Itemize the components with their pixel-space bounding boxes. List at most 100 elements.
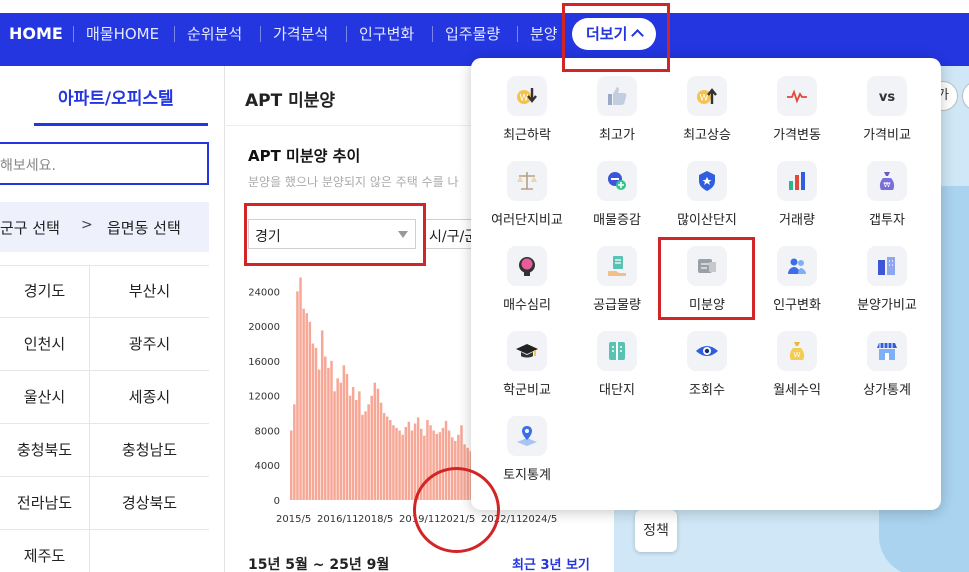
scale-icon	[507, 161, 547, 201]
nav-home[interactable]: HOME	[9, 13, 63, 55]
menu-item-pulse[interactable]: 가격변동	[752, 76, 842, 156]
city-item[interactable]: 울산시	[0, 371, 90, 424]
nav-separator	[174, 26, 175, 42]
eye-icon	[687, 331, 727, 371]
menu-item-bar-chart[interactable]: 거래량	[752, 161, 842, 241]
town-select[interactable]: 읍면동 선택	[107, 217, 181, 238]
menu-item-land-pin[interactable]: 토지통계	[482, 416, 572, 496]
city-item[interactable]: 세종시	[90, 371, 209, 424]
y-tick-label: 16000	[248, 357, 280, 368]
nav-item-rank[interactable]: 순위분석	[187, 13, 242, 55]
city-select-value: 시/구/군	[429, 229, 478, 245]
chart-bar	[361, 414, 364, 500]
brain-head-icon	[507, 246, 547, 286]
menu-item-label: 조회수	[689, 383, 725, 398]
chart-bar	[401, 434, 404, 500]
land-pin-icon	[507, 416, 547, 456]
chart-bar	[407, 421, 411, 500]
city-item[interactable]: 전라남도	[0, 477, 90, 530]
nav-separator	[346, 26, 347, 42]
y-tick-label: 0	[274, 496, 280, 507]
menu-item-label: 거래량	[779, 213, 815, 228]
menu-item-price-up[interactable]: W 최고상승	[662, 76, 752, 156]
menu-item-money-bag[interactable]: ₩ 갭투자	[842, 161, 932, 241]
nav-item-population[interactable]: 인구변화	[359, 13, 414, 55]
menu-item-label: 월세수익	[773, 383, 821, 398]
x-tick-label: 2024/5	[522, 514, 557, 525]
price-up-icon: W	[687, 76, 727, 116]
tab-active-indicator	[34, 123, 208, 126]
chart-bar	[333, 391, 336, 500]
annotation-circle	[413, 467, 500, 553]
chart-bar	[370, 395, 373, 500]
tab-apartment-officetel[interactable]: 아파트/오피스텔	[58, 84, 174, 109]
menu-item-label: 가격비교	[863, 128, 911, 143]
menu-item-store[interactable]: 상가통계	[842, 331, 932, 411]
rent-bag-icon: W	[777, 331, 817, 371]
city-item[interactable]: 부산시	[90, 265, 209, 318]
menu-item-label: 매수심리	[503, 298, 551, 313]
chart-description: 분양을 했으나 분양되지 않은 주택 수를 나	[248, 175, 459, 189]
menu-item-buildings[interactable]: 분양가비교	[842, 246, 932, 326]
district-select[interactable]: 군구 선택	[0, 217, 60, 238]
chart-bar	[299, 277, 302, 500]
chart-bar	[358, 391, 361, 500]
menu-item-rent-bag[interactable]: W 월세수익	[752, 331, 842, 411]
plus-minus-icon	[597, 161, 637, 201]
hand-document-icon	[597, 246, 637, 286]
chart-bar	[305, 313, 308, 500]
left-panel: 아파트/오피스텔 해보세요. 군구 선택 > 읍면동 선택 경기도 부산시 인천…	[0, 66, 225, 572]
city-item[interactable]: 제주도	[0, 530, 90, 572]
menu-item-scale[interactable]: 여러단지비교	[482, 161, 572, 241]
chart-bar	[392, 425, 395, 500]
x-tick-label: 2018/5	[358, 514, 393, 525]
badge-shield-icon	[687, 161, 727, 201]
menu-item-graduation-cap[interactable]: 학군비교	[482, 331, 572, 411]
policy-button[interactable]: 정책	[635, 510, 677, 552]
city-item[interactable]: 광주시	[90, 318, 209, 371]
menu-item-price-down[interactable]: W 최근하락	[482, 76, 572, 156]
menu-item-complex-building[interactable]: 대단지	[572, 331, 662, 411]
menu-item-vs[interactable]: vs 가격비교	[842, 76, 932, 156]
chart-bar	[382, 413, 386, 500]
recent-3-years-link[interactable]: 최근 3년 보기	[512, 554, 590, 572]
x-tick-label: 2016/11	[317, 514, 359, 525]
menu-item-hand-document[interactable]: 공급물량	[572, 246, 662, 326]
chart-bar	[364, 411, 367, 500]
menu-item-label: 가격변동	[773, 128, 821, 143]
search-input[interactable]: 해보세요.	[0, 142, 209, 185]
nav-item-price[interactable]: 가격분석	[273, 13, 328, 55]
annotation-box	[658, 237, 755, 320]
city-item[interactable]: 경기도	[0, 265, 90, 318]
nav-separator	[432, 26, 433, 42]
menu-item-plus-minus[interactable]: 매물증감	[572, 161, 662, 241]
chart-bar	[308, 321, 312, 500]
chart-bar	[410, 430, 414, 500]
top-nav: HOME 매물HOME 순위분석 가격분석 인구변화 입주물량 분양 더보기	[0, 0, 969, 66]
nav-item-presale[interactable]: 분양	[530, 13, 558, 55]
city-item[interactable]: 경상북도	[90, 477, 209, 530]
menu-item-badge-shield[interactable]: 많이산단지	[662, 161, 752, 241]
chart-bar	[404, 426, 408, 500]
menu-item-label: 토지통계	[503, 468, 551, 483]
svg-text:vs: vs	[879, 90, 895, 105]
svg-text:W: W	[520, 94, 529, 104]
annotation-box	[244, 203, 426, 266]
thumbs-up-icon	[597, 76, 637, 116]
menu-item-brain-head[interactable]: 매수심리	[482, 246, 572, 326]
city-item[interactable]: 충청남도	[90, 424, 209, 477]
app-root: HOME 매물HOME 순위분석 가격분석 인구변화 입주물량 분양 더보기 아…	[0, 0, 969, 572]
menu-item-eye[interactable]: 조회수	[662, 331, 752, 411]
menu-item-thumbs-up[interactable]: 최고가	[572, 76, 662, 156]
menu-item-people[interactable]: 인구변화	[752, 246, 842, 326]
city-item[interactable]: 인천시	[0, 318, 90, 371]
nav-item-supply[interactable]: 입주물량	[445, 13, 500, 55]
price-down-icon: W	[507, 76, 547, 116]
nav-item-listing-home[interactable]: 매물HOME	[86, 13, 159, 55]
city-item[interactable]: 충청북도	[0, 424, 90, 477]
chart-bar	[339, 382, 343, 500]
chart-bar	[314, 347, 318, 500]
chart-bar	[336, 378, 339, 500]
nav-separator	[517, 26, 518, 42]
menu-item-label: 상가통계	[863, 383, 911, 398]
